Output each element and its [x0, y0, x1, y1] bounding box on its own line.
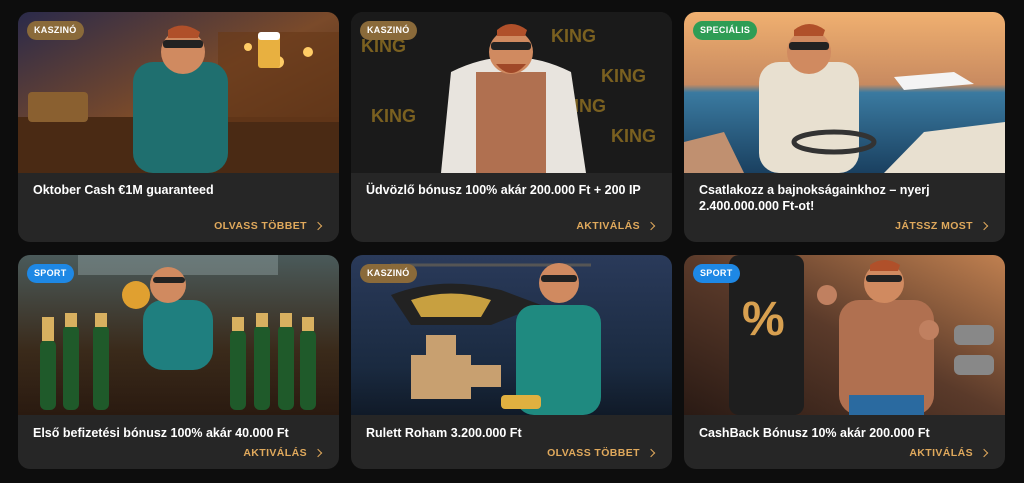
cta-label: OLVASS TÖBBET: [547, 447, 640, 459]
art-king-text: KING: [551, 26, 596, 46]
cta-label: AKTIVÁLÁS: [576, 220, 640, 232]
category-badge: SPORT: [693, 264, 740, 283]
category-badge: KASZINÓ: [360, 21, 417, 40]
cta-label: OLVASS TÖBBET: [214, 220, 307, 232]
chevron-right-icon: [646, 448, 656, 458]
activate-button[interactable]: AKTIVÁLÁS: [243, 447, 323, 459]
promo-title: Rulett Roham 3.200.000 Ft: [366, 426, 522, 440]
play-now-button[interactable]: JÁTSSZ MOST: [895, 220, 989, 232]
category-badge: SPECIÁLIS: [693, 21, 758, 40]
activate-button[interactable]: AKTIVÁLÁS: [909, 447, 989, 459]
promo-title: Üdvözlő bónusz 100% akár 200.000 Ft + 20…: [366, 183, 641, 197]
promo-title: Oktober Cash €1M guaranteed: [33, 183, 214, 197]
promo-card-welcome-bonus[interactable]: KING KING KING KING KING KING KASZINÓ Üd…: [351, 12, 672, 242]
activate-button[interactable]: AKTIVÁLÁS: [576, 220, 656, 232]
promo-card-roulette-rush[interactable]: KASZINÓ Rulett Roham 3.200.000 Ft OLVASS…: [351, 255, 672, 469]
promo-card-cashback[interactable]: % SPORT CashBack Bónusz 10% akár 200.000…: [684, 255, 1005, 469]
read-more-button[interactable]: OLVASS TÖBBET: [214, 220, 323, 232]
chevron-right-icon: [979, 448, 989, 458]
cta-label: AKTIVÁLÁS: [909, 447, 973, 459]
promo-card-tournament[interactable]: SPECIÁLIS Csatlakozz a bajnokságainkhoz …: [684, 12, 1005, 242]
promo-card-first-deposit[interactable]: SPORT Első befizetési bónusz 100% akár 4…: [18, 255, 339, 469]
promo-title: CashBack Bónusz 10% akár 200.000 Ft: [699, 426, 930, 440]
chevron-right-icon: [979, 221, 989, 231]
art-percent-text: %: [742, 293, 785, 346]
promo-title: Első befizetési bónusz 100% akár 40.000 …: [33, 426, 289, 440]
category-badge: KASZINÓ: [27, 21, 84, 40]
promo-title: Csatlakozz a bajnokságainkhoz – nyerj 2.…: [699, 183, 930, 213]
category-badge: SPORT: [27, 264, 74, 283]
art-king-text: KING: [601, 66, 646, 86]
promotions-grid: KASZINÓ Oktober Cash €1M guaranteed OLVA…: [0, 0, 1024, 483]
category-badge: KASZINÓ: [360, 264, 417, 283]
art-king-text: KING: [371, 106, 416, 126]
read-more-button[interactable]: OLVASS TÖBBET: [547, 447, 656, 459]
chevron-right-icon: [313, 448, 323, 458]
art-king-text: KING: [611, 126, 656, 146]
cta-label: AKTIVÁLÁS: [243, 447, 307, 459]
chevron-right-icon: [313, 221, 323, 231]
promo-card-oktober-cash[interactable]: KASZINÓ Oktober Cash €1M guaranteed OLVA…: [18, 12, 339, 242]
chevron-right-icon: [646, 221, 656, 231]
cta-label: JÁTSSZ MOST: [895, 220, 973, 232]
